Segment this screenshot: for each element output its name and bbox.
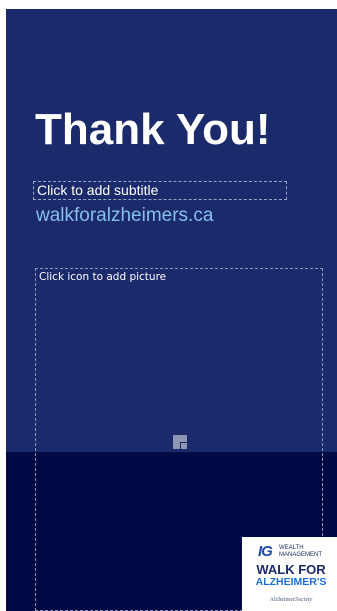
subtitle-placeholder-text: Click to add subtitle <box>37 182 159 198</box>
ig-logo-mark: IG <box>258 543 273 560</box>
logo-walk-for-text: WALK FOR <box>256 562 326 577</box>
walk-for-alzheimers-logo: IG WEALTH MANAGEMENT WALK FOR ALZHEIMER'… <box>242 537 337 611</box>
society-italic-text: Society <box>295 597 313 603</box>
alzheimer-society-text: AlzheimerSociety <box>248 596 334 604</box>
subtitle-placeholder[interactable]: Click to add subtitle <box>33 181 287 200</box>
website-link-text[interactable]: walkforalzheimers.ca <box>36 205 213 227</box>
society-bold-text: Alzheimer <box>269 597 295 603</box>
ig-wealth-management-logo: IG WEALTH MANAGEMENT <box>258 544 334 560</box>
slide-title[interactable]: Thank You! <box>35 103 325 157</box>
ig-logo-text: WEALTH MANAGEMENT <box>279 545 323 558</box>
picture-insert-icon[interactable] <box>173 435 187 449</box>
slide[interactable]: Thank You! Click to add subtitle walkfor… <box>6 9 337 611</box>
picture-placeholder-text: Click icon to add picture <box>39 271 167 283</box>
editor-canvas: Thank You! Click to add subtitle walkfor… <box>0 0 337 611</box>
logo-alzheimers-text: ALZHEIMER'S <box>255 576 327 588</box>
